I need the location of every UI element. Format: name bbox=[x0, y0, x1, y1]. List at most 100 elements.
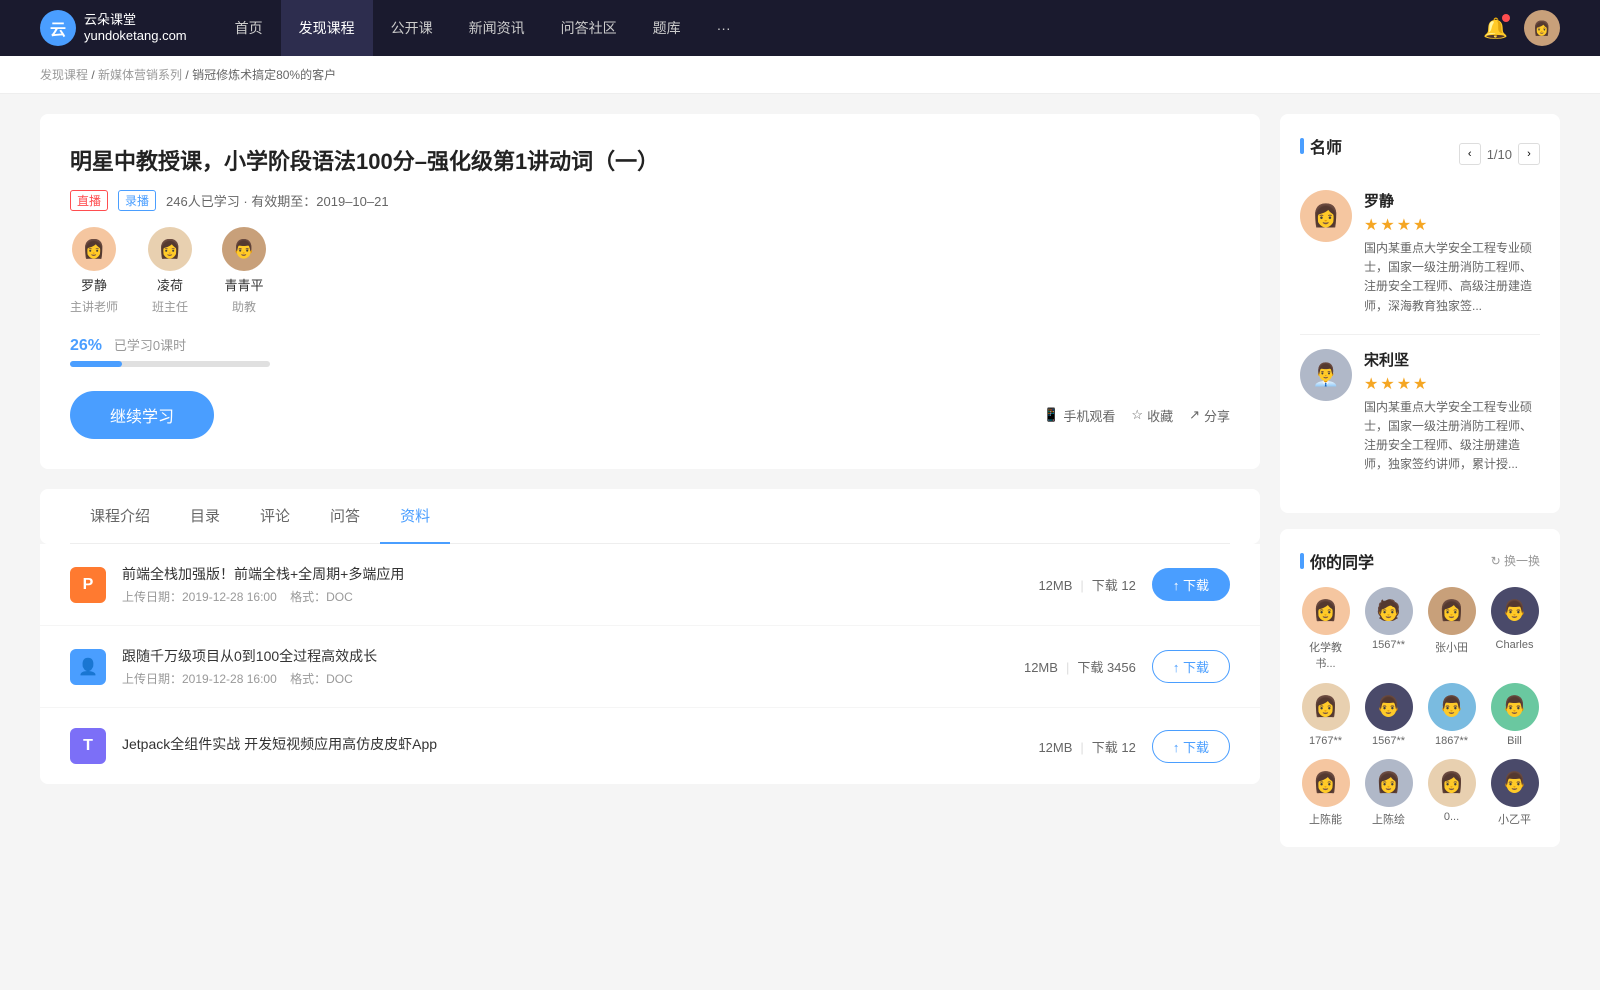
classmate-name-5: 1567** bbox=[1372, 735, 1405, 747]
nav-more[interactable]: ··· bbox=[699, 0, 749, 56]
sidebar-teacher-info-1: 罗静 ★★★★ 国内某重点大学安全工程专业硕士，国家一级注册消防工程师、注册安全… bbox=[1364, 190, 1540, 316]
classmate-avatar-4[interactable]: 👩 bbox=[1302, 683, 1350, 731]
nav-quiz[interactable]: 题库 bbox=[635, 0, 699, 56]
resource-item-3: T Jetpack全组件实战 开发短视频应用高仿皮皮虾App 12MB|下载 1… bbox=[40, 708, 1260, 784]
classmate-name-3: Charles bbox=[1496, 639, 1534, 651]
course-meta: 直播 录播 246人已学习 · 有效期至：2019–10–21 bbox=[70, 190, 1230, 211]
favorite-label: 收藏 bbox=[1147, 406, 1173, 425]
nav-qa[interactable]: 问答社区 bbox=[543, 0, 635, 56]
res-meta-2: 上传日期：2019-12-28 16:00 格式：DOC bbox=[122, 670, 1008, 687]
refresh-button[interactable]: ↻ 换一换 bbox=[1491, 552, 1540, 569]
classmate-name-11: 小乙平 bbox=[1498, 811, 1531, 827]
sidebar-teacher-avatar-2: 👨‍💼 bbox=[1300, 349, 1352, 401]
mobile-view-link[interactable]: 📱 手机观看 bbox=[1043, 406, 1115, 425]
share-icon: ↗ bbox=[1189, 407, 1200, 423]
classmate-avatar-7[interactable]: 👨 bbox=[1491, 683, 1539, 731]
teacher-2: 👩 凌荷 班主任 bbox=[148, 227, 192, 315]
classmate-7: 👨 Bill bbox=[1489, 683, 1540, 747]
nav-items: 首页 发现课程 公开课 新闻资讯 问答社区 题库 ··· bbox=[217, 0, 1483, 56]
sidebar: 名师 ‹ 1/10 › 👩 罗静 ★★★★ 国内某重点大学安全工程专业硕士，国家… bbox=[1280, 114, 1560, 863]
tab-catalog[interactable]: 目录 bbox=[170, 489, 240, 544]
notification-dot bbox=[1502, 14, 1510, 22]
share-link[interactable]: ↗ 分享 bbox=[1189, 406, 1230, 425]
classmate-name-0: 化学教书... bbox=[1300, 639, 1351, 671]
tab-resources[interactable]: 资料 bbox=[380, 489, 450, 544]
sidebar-teacher-name-1: 罗静 bbox=[1364, 190, 1540, 211]
classmate-avatar-1[interactable]: 🧑 bbox=[1365, 587, 1413, 635]
resource-list: P 前端全栈加强版！前端全栈+全周期+多端应用 上传日期：2019-12-28 … bbox=[40, 544, 1260, 784]
progress-label: 26% bbox=[70, 337, 102, 354]
classmates-card: 你的同学 ↻ 换一换 👩 化学教书... 🧑 1567** 👩 张小田 👨 bbox=[1280, 529, 1560, 847]
sidebar-teacher-info-2: 宋利坚 ★★★★ 国内某重点大学安全工程专业硕士，国家一级注册消防工程师、注册安… bbox=[1364, 349, 1540, 475]
nav-home[interactable]: 首页 bbox=[217, 0, 281, 56]
res-icon-3: T bbox=[70, 728, 106, 764]
classmate-avatar-11[interactable]: 👨 bbox=[1491, 759, 1539, 807]
logo[interactable]: 云 云朵课堂yundoketang.com bbox=[40, 10, 187, 46]
classmate-6: 👨 1867** bbox=[1426, 683, 1477, 747]
classmate-11: 👨 小乙平 bbox=[1489, 759, 1540, 827]
classmate-avatar-9[interactable]: 👩 bbox=[1365, 759, 1413, 807]
bell-icon[interactable]: 🔔 bbox=[1483, 16, 1508, 41]
res-title-3: Jetpack全组件实战 开发短视频应用高仿皮皮虾App bbox=[122, 734, 1022, 754]
course-info: 246人已学习 · 有效期至：2019–10–21 bbox=[166, 191, 389, 210]
res-info-2: 跟随千万级项目从0到100全过程高效成长 上传日期：2019-12-28 16:… bbox=[122, 646, 1008, 687]
badge-record: 录播 bbox=[118, 190, 156, 211]
nav-open[interactable]: 公开课 bbox=[373, 0, 451, 56]
classmate-5: 👨 1567** bbox=[1363, 683, 1414, 747]
classmate-avatar-5[interactable]: 👨 bbox=[1365, 683, 1413, 731]
favorite-link[interactable]: ☆ 收藏 bbox=[1131, 406, 1173, 425]
tab-qa[interactable]: 问答 bbox=[310, 489, 380, 544]
res-info-1: 前端全栈加强版！前端全栈+全周期+多端应用 上传日期：2019-12-28 16… bbox=[122, 564, 1022, 605]
resource-item-2: 👤 跟随千万级项目从0到100全过程高效成长 上传日期：2019-12-28 1… bbox=[40, 626, 1260, 708]
prev-page-btn[interactable]: ‹ bbox=[1459, 143, 1481, 165]
logo-text: 云朵课堂yundoketang.com bbox=[84, 12, 187, 43]
download-btn-3[interactable]: ↑ 下载 bbox=[1152, 730, 1230, 763]
classmates-header: 你的同学 ↻ 换一换 bbox=[1300, 549, 1540, 573]
teacher-3: 👨 青青平 助教 bbox=[222, 227, 266, 315]
teachers-card-header: 名师 ‹ 1/10 › bbox=[1300, 134, 1540, 174]
next-page-btn[interactable]: › bbox=[1518, 143, 1540, 165]
continue-button[interactable]: 继续学习 bbox=[70, 391, 214, 439]
nav-discover[interactable]: 发现课程 bbox=[281, 0, 373, 56]
classmate-4: 👩 1767** bbox=[1300, 683, 1351, 747]
classmate-avatar-2[interactable]: 👩 bbox=[1428, 587, 1476, 635]
navbar: 云 云朵课堂yundoketang.com 首页 发现课程 公开课 新闻资讯 问… bbox=[0, 0, 1600, 56]
teacher-name-2: 凌荷 bbox=[157, 275, 183, 294]
classmate-avatar-6[interactable]: 👨 bbox=[1428, 683, 1476, 731]
nav-news[interactable]: 新闻资讯 bbox=[451, 0, 543, 56]
classmate-name-2: 张小田 bbox=[1435, 639, 1468, 655]
sidebar-teacher-stars-2: ★★★★ bbox=[1364, 374, 1540, 394]
res-stats-3: 12MB|下载 12 bbox=[1038, 737, 1135, 756]
download-btn-1[interactable]: ↑ 下载 bbox=[1152, 568, 1230, 601]
classmate-name-10: 0... bbox=[1444, 811, 1459, 823]
res-stats-1: 12MB|下载 12 bbox=[1038, 575, 1135, 594]
action-row: 继续学习 📱 手机观看 ☆ 收藏 ↗ 分享 bbox=[70, 391, 1230, 439]
sidebar-teacher-2: 👨‍💼 宋利坚 ★★★★ 国内某重点大学安全工程专业硕士，国家一级注册消防工程师… bbox=[1300, 349, 1540, 475]
classmate-8: 👩 上陈能 bbox=[1300, 759, 1351, 827]
teacher-avatar-1: 👩 bbox=[72, 227, 116, 271]
share-label: 分享 bbox=[1204, 406, 1230, 425]
breadcrumb-series[interactable]: 新媒体营销系列 bbox=[98, 68, 182, 82]
breadcrumb: 发现课程 / 新媒体营销系列 / 销冠修炼术搞定80%的客户 bbox=[0, 56, 1600, 94]
teacher-role-2: 班主任 bbox=[152, 298, 188, 315]
tab-intro[interactable]: 课程介绍 bbox=[70, 489, 170, 544]
classmate-avatar-0[interactable]: 👩 bbox=[1302, 587, 1350, 635]
res-title-1: 前端全栈加强版！前端全栈+全周期+多端应用 bbox=[122, 564, 1022, 584]
mobile-icon: 📱 bbox=[1043, 407, 1059, 423]
teacher-1: 👩 罗静 主讲老师 bbox=[70, 227, 118, 315]
res-title-2: 跟随千万级项目从0到100全过程高效成长 bbox=[122, 646, 1008, 666]
classmate-avatar-8[interactable]: 👩 bbox=[1302, 759, 1350, 807]
classmate-2: 👩 张小田 bbox=[1426, 587, 1477, 671]
classmate-avatar-3[interactable]: 👨 bbox=[1491, 587, 1539, 635]
tabs-header: 课程介绍 目录 评论 问答 资料 bbox=[70, 489, 1230, 544]
pagination-label: 1/10 bbox=[1487, 147, 1512, 162]
course-card: 明星中教授课，小学阶段语法100分–强化级第1讲动词（一） 直播 录播 246人… bbox=[40, 114, 1260, 469]
tab-review[interactable]: 评论 bbox=[240, 489, 310, 544]
classmate-avatar-10[interactable]: 👩 bbox=[1428, 759, 1476, 807]
breadcrumb-discover[interactable]: 发现课程 bbox=[40, 68, 88, 82]
badge-live: 直播 bbox=[70, 190, 108, 211]
user-avatar[interactable]: 👩 bbox=[1524, 10, 1560, 46]
res-stats-2: 12MB|下载 3456 bbox=[1024, 657, 1136, 676]
download-btn-2[interactable]: ↑ 下载 bbox=[1152, 650, 1230, 683]
res-icon-1: P bbox=[70, 567, 106, 603]
